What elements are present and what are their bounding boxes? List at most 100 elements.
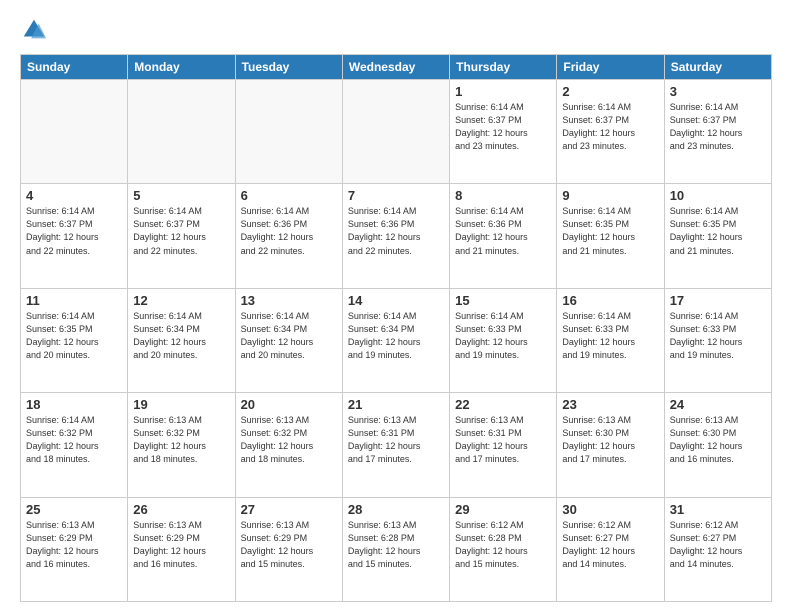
calendar-cell: 19 Sunrise: 6:13 AM Sunset: 6:32 PM Dayli… bbox=[128, 393, 235, 497]
calendar-cell: 21 Sunrise: 6:13 AM Sunset: 6:31 PM Dayli… bbox=[342, 393, 449, 497]
day-number: 27 bbox=[241, 502, 337, 517]
calendar-cell: 23 Sunrise: 6:13 AM Sunset: 6:30 PM Dayli… bbox=[557, 393, 664, 497]
day-number: 5 bbox=[133, 188, 229, 203]
day-number: 25 bbox=[26, 502, 122, 517]
calendar-header-thursday: Thursday bbox=[450, 55, 557, 80]
day-number: 3 bbox=[670, 84, 766, 99]
day-info: Sunrise: 6:13 AM Sunset: 6:29 PM Dayligh… bbox=[26, 519, 122, 571]
day-info: Sunrise: 6:14 AM Sunset: 6:37 PM Dayligh… bbox=[455, 101, 551, 153]
calendar-cell: 29 Sunrise: 6:12 AM Sunset: 6:28 PM Dayli… bbox=[450, 497, 557, 601]
page: SundayMondayTuesdayWednesdayThursdayFrid… bbox=[0, 0, 792, 612]
day-info: Sunrise: 6:13 AM Sunset: 6:32 PM Dayligh… bbox=[241, 414, 337, 466]
day-info: Sunrise: 6:14 AM Sunset: 6:35 PM Dayligh… bbox=[670, 205, 766, 257]
day-info: Sunrise: 6:14 AM Sunset: 6:36 PM Dayligh… bbox=[348, 205, 444, 257]
calendar-header-tuesday: Tuesday bbox=[235, 55, 342, 80]
calendar-cell: 17 Sunrise: 6:14 AM Sunset: 6:33 PM Dayli… bbox=[664, 288, 771, 392]
calendar-cell: 24 Sunrise: 6:13 AM Sunset: 6:30 PM Dayli… bbox=[664, 393, 771, 497]
logo bbox=[20, 16, 52, 44]
calendar-cell: 9Sunrise: 6:14 AM Sunset: 6:35 PM Daylig… bbox=[557, 184, 664, 288]
calendar-cell: 3 Sunrise: 6:14 AM Sunset: 6:37 PM Daylig… bbox=[664, 80, 771, 184]
calendar-cell: 4 Sunrise: 6:14 AM Sunset: 6:37 PM Daylig… bbox=[21, 184, 128, 288]
calendar-cell: 26 Sunrise: 6:13 AM Sunset: 6:29 PM Dayli… bbox=[128, 497, 235, 601]
day-number: 13 bbox=[241, 293, 337, 308]
day-number: 22 bbox=[455, 397, 551, 412]
day-info: Sunrise: 6:13 AM Sunset: 6:30 PM Dayligh… bbox=[670, 414, 766, 466]
day-info: Sunrise: 6:13 AM Sunset: 6:32 PM Dayligh… bbox=[133, 414, 229, 466]
day-info: Sunrise: 6:12 AM Sunset: 6:28 PM Dayligh… bbox=[455, 519, 551, 571]
day-number: 15 bbox=[455, 293, 551, 308]
day-info: Sunrise: 6:14 AM Sunset: 6:36 PM Dayligh… bbox=[455, 205, 551, 257]
calendar-week-1: 1 Sunrise: 6:14 AM Sunset: 6:37 PM Daylig… bbox=[21, 80, 772, 184]
calendar-cell: 1 Sunrise: 6:14 AM Sunset: 6:37 PM Daylig… bbox=[450, 80, 557, 184]
day-info: Sunrise: 6:14 AM Sunset: 6:36 PM Dayligh… bbox=[241, 205, 337, 257]
header bbox=[20, 16, 772, 44]
calendar-cell: 2 Sunrise: 6:14 AM Sunset: 6:37 PM Daylig… bbox=[557, 80, 664, 184]
day-info: Sunrise: 6:13 AM Sunset: 6:31 PM Dayligh… bbox=[348, 414, 444, 466]
day-number: 19 bbox=[133, 397, 229, 412]
calendar-header-wednesday: Wednesday bbox=[342, 55, 449, 80]
day-number: 30 bbox=[562, 502, 658, 517]
day-number: 8 bbox=[455, 188, 551, 203]
day-number: 12 bbox=[133, 293, 229, 308]
day-info: Sunrise: 6:14 AM Sunset: 6:34 PM Dayligh… bbox=[241, 310, 337, 362]
day-number: 23 bbox=[562, 397, 658, 412]
calendar-cell: 28Sunrise: 6:13 AM Sunset: 6:28 PM Dayli… bbox=[342, 497, 449, 601]
calendar-cell bbox=[235, 80, 342, 184]
day-info: Sunrise: 6:14 AM Sunset: 6:33 PM Dayligh… bbox=[670, 310, 766, 362]
day-number: 29 bbox=[455, 502, 551, 517]
day-number: 1 bbox=[455, 84, 551, 99]
calendar-cell: 25 Sunrise: 6:13 AM Sunset: 6:29 PM Dayli… bbox=[21, 497, 128, 601]
calendar-cell: 8 Sunrise: 6:14 AM Sunset: 6:36 PM Daylig… bbox=[450, 184, 557, 288]
day-info: Sunrise: 6:14 AM Sunset: 6:37 PM Dayligh… bbox=[133, 205, 229, 257]
day-info: Sunrise: 6:14 AM Sunset: 6:37 PM Dayligh… bbox=[562, 101, 658, 153]
day-info: Sunrise: 6:14 AM Sunset: 6:35 PM Dayligh… bbox=[26, 310, 122, 362]
calendar-cell: 10 Sunrise: 6:14 AM Sunset: 6:35 PM Dayli… bbox=[664, 184, 771, 288]
day-info: Sunrise: 6:14 AM Sunset: 6:37 PM Dayligh… bbox=[26, 205, 122, 257]
day-number: 7 bbox=[348, 188, 444, 203]
day-number: 20 bbox=[241, 397, 337, 412]
day-number: 9 bbox=[562, 188, 658, 203]
day-number: 17 bbox=[670, 293, 766, 308]
day-number: 26 bbox=[133, 502, 229, 517]
calendar-cell: 31Sunrise: 6:12 AM Sunset: 6:27 PM Dayli… bbox=[664, 497, 771, 601]
day-info: Sunrise: 6:14 AM Sunset: 6:33 PM Dayligh… bbox=[455, 310, 551, 362]
day-info: Sunrise: 6:14 AM Sunset: 6:37 PM Dayligh… bbox=[670, 101, 766, 153]
calendar-cell: 11Sunrise: 6:14 AM Sunset: 6:35 PM Dayli… bbox=[21, 288, 128, 392]
day-number: 21 bbox=[348, 397, 444, 412]
calendar-cell: 15 Sunrise: 6:14 AM Sunset: 6:33 PM Dayli… bbox=[450, 288, 557, 392]
calendar-week-2: 4 Sunrise: 6:14 AM Sunset: 6:37 PM Daylig… bbox=[21, 184, 772, 288]
day-number: 10 bbox=[670, 188, 766, 203]
calendar-cell: 30Sunrise: 6:12 AM Sunset: 6:27 PM Dayli… bbox=[557, 497, 664, 601]
calendar-header-friday: Friday bbox=[557, 55, 664, 80]
day-number: 4 bbox=[26, 188, 122, 203]
day-info: Sunrise: 6:13 AM Sunset: 6:29 PM Dayligh… bbox=[241, 519, 337, 571]
day-info: Sunrise: 6:13 AM Sunset: 6:30 PM Dayligh… bbox=[562, 414, 658, 466]
day-number: 18 bbox=[26, 397, 122, 412]
day-number: 6 bbox=[241, 188, 337, 203]
day-number: 16 bbox=[562, 293, 658, 308]
calendar-header-saturday: Saturday bbox=[664, 55, 771, 80]
day-info: Sunrise: 6:13 AM Sunset: 6:31 PM Dayligh… bbox=[455, 414, 551, 466]
day-number: 24 bbox=[670, 397, 766, 412]
day-number: 14 bbox=[348, 293, 444, 308]
day-number: 28 bbox=[348, 502, 444, 517]
calendar-cell bbox=[128, 80, 235, 184]
calendar-header-monday: Monday bbox=[128, 55, 235, 80]
calendar-header-sunday: Sunday bbox=[21, 55, 128, 80]
calendar-cell bbox=[21, 80, 128, 184]
calendar-cell: 14 Sunrise: 6:14 AM Sunset: 6:34 PM Dayli… bbox=[342, 288, 449, 392]
calendar-cell: 6 Sunrise: 6:14 AM Sunset: 6:36 PM Daylig… bbox=[235, 184, 342, 288]
calendar-cell: 27 Sunrise: 6:13 AM Sunset: 6:29 PM Dayli… bbox=[235, 497, 342, 601]
calendar-cell: 18 Sunrise: 6:14 AM Sunset: 6:32 PM Dayli… bbox=[21, 393, 128, 497]
calendar-cell: 12 Sunrise: 6:14 AM Sunset: 6:34 PM Dayli… bbox=[128, 288, 235, 392]
day-info: Sunrise: 6:13 AM Sunset: 6:29 PM Dayligh… bbox=[133, 519, 229, 571]
calendar-week-5: 25 Sunrise: 6:13 AM Sunset: 6:29 PM Dayli… bbox=[21, 497, 772, 601]
day-number: 2 bbox=[562, 84, 658, 99]
calendar-table: SundayMondayTuesdayWednesdayThursdayFrid… bbox=[20, 54, 772, 602]
day-info: Sunrise: 6:14 AM Sunset: 6:32 PM Dayligh… bbox=[26, 414, 122, 466]
day-info: Sunrise: 6:14 AM Sunset: 6:34 PM Dayligh… bbox=[348, 310, 444, 362]
calendar-cell: 16Sunrise: 6:14 AM Sunset: 6:33 PM Dayli… bbox=[557, 288, 664, 392]
day-info: Sunrise: 6:14 AM Sunset: 6:34 PM Dayligh… bbox=[133, 310, 229, 362]
calendar-cell bbox=[342, 80, 449, 184]
calendar-cell: 13 Sunrise: 6:14 AM Sunset: 6:34 PM Dayli… bbox=[235, 288, 342, 392]
